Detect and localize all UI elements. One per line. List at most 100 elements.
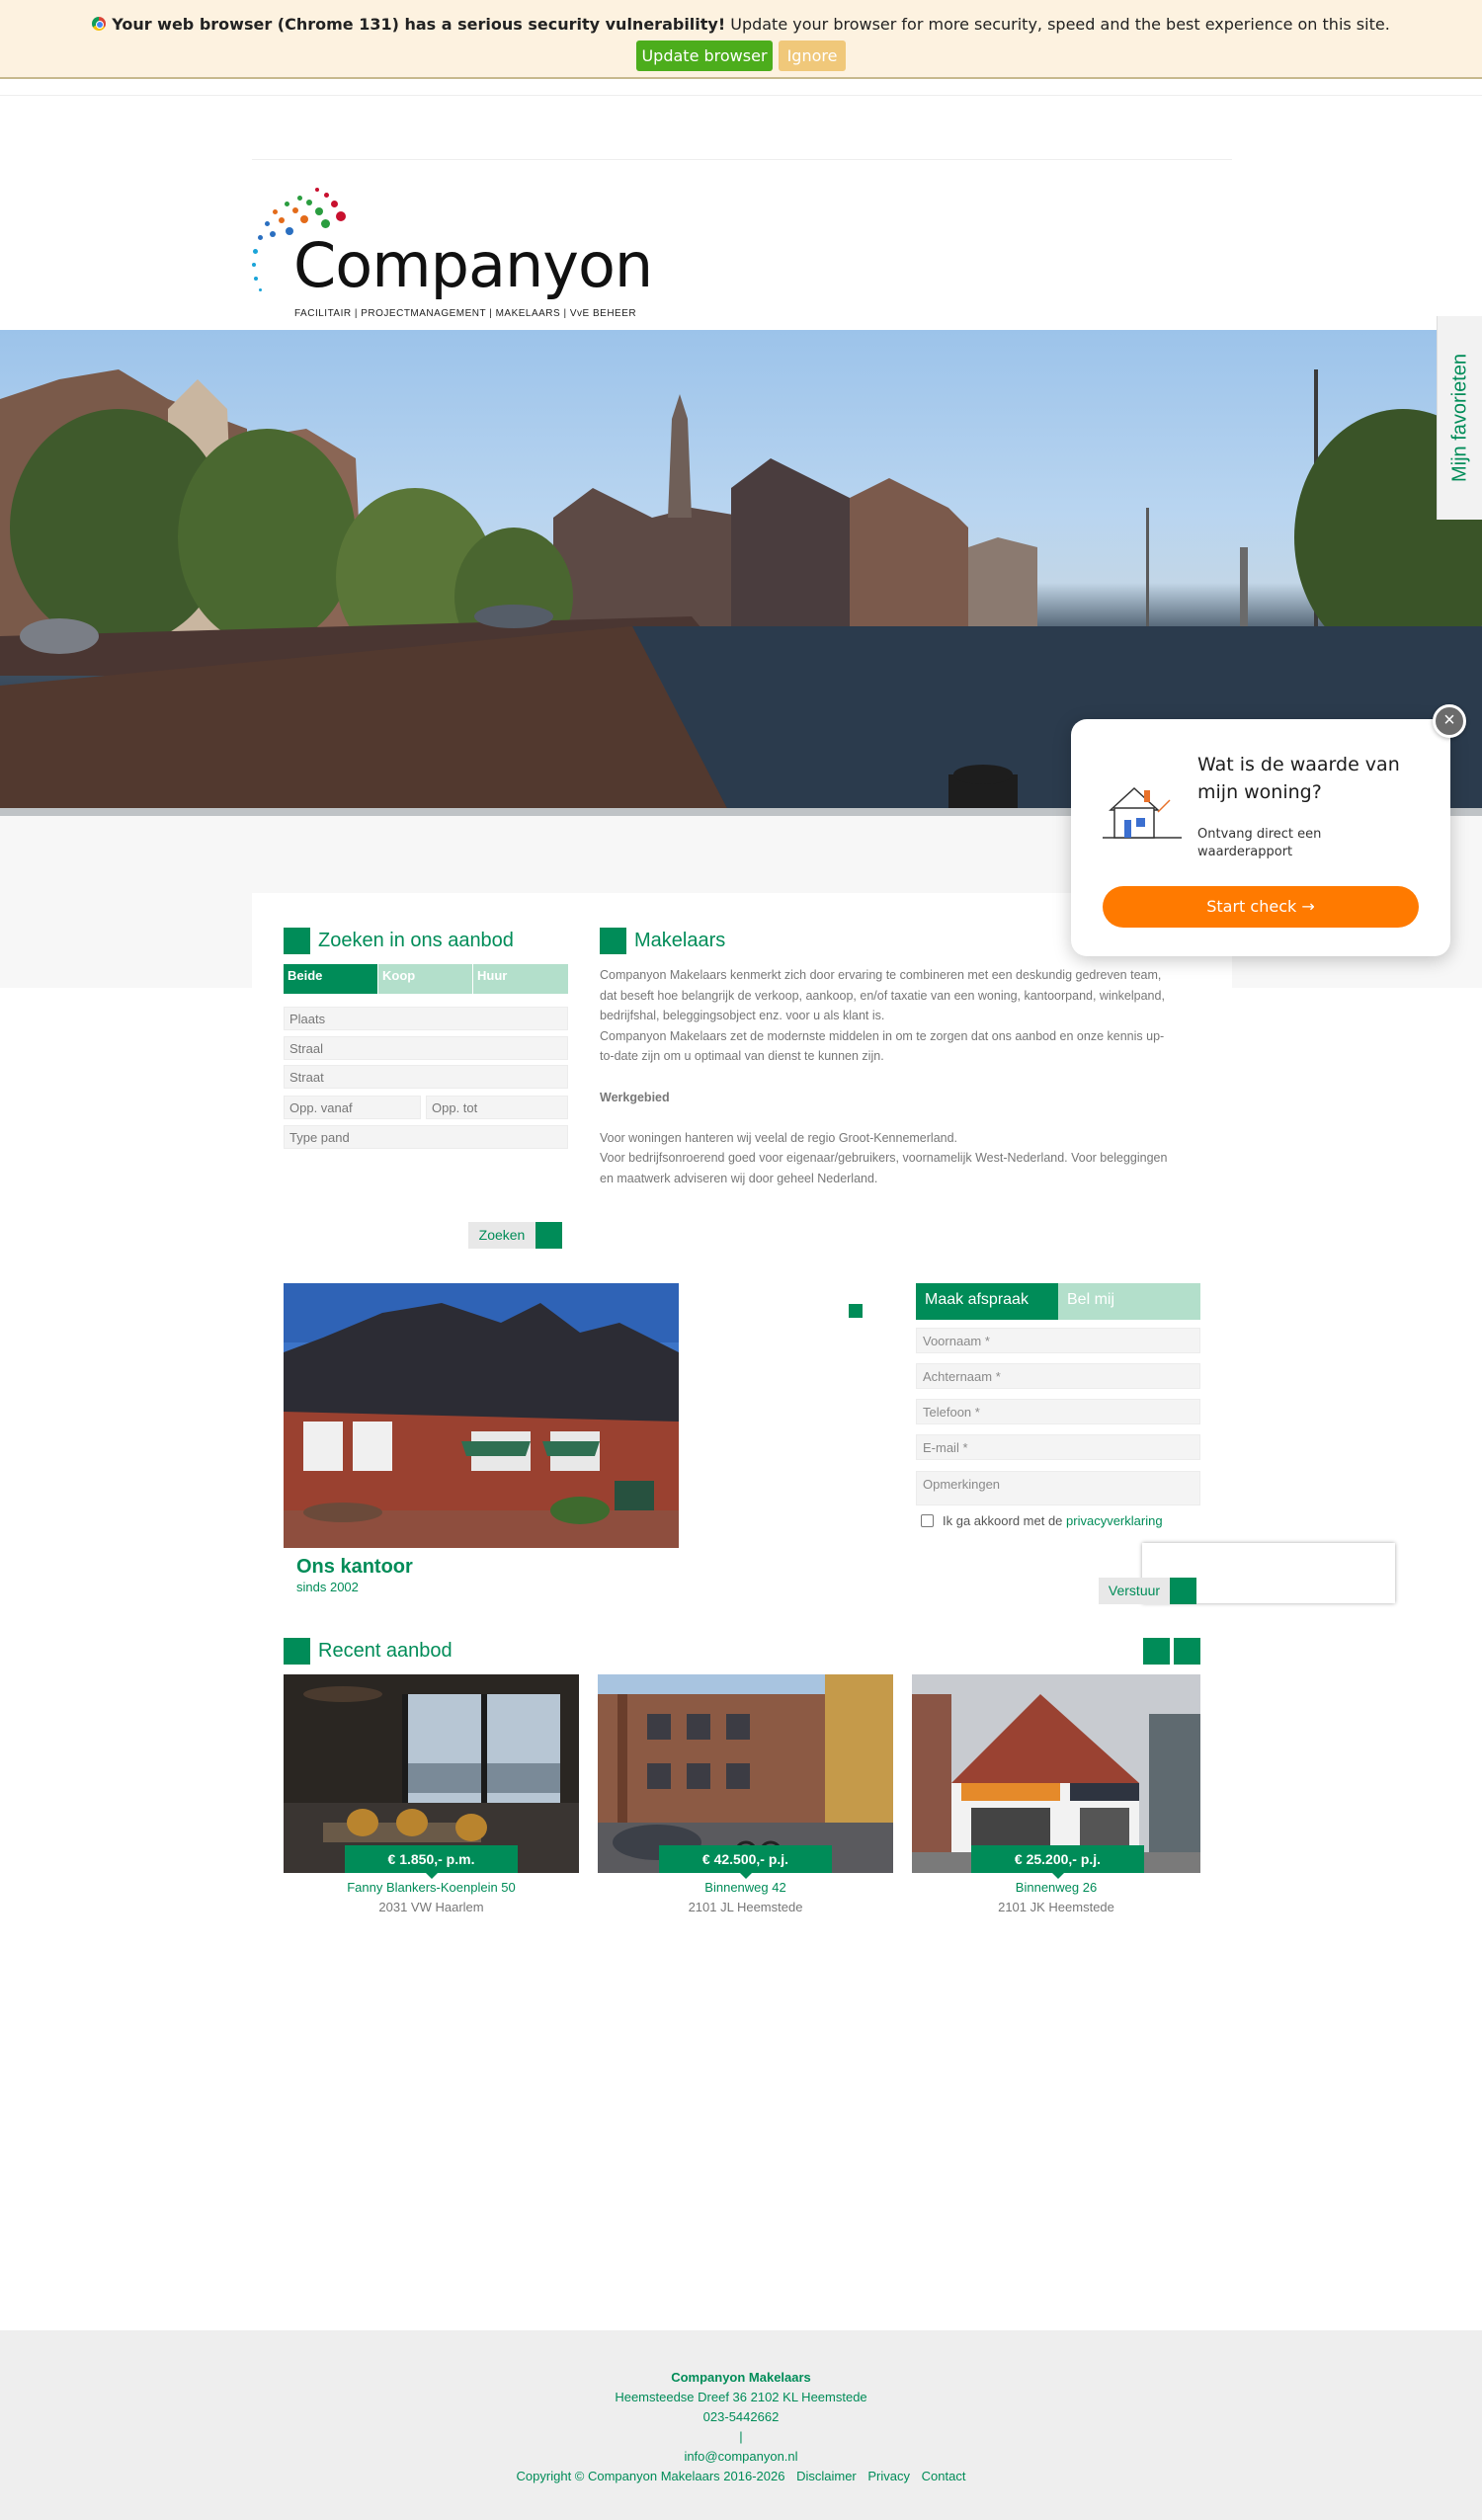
listing-image: [284, 1674, 579, 1873]
text-line: Companyon Makelaars kenmerkt zich door e…: [600, 968, 1162, 982]
footer-copyright: Copyright © Companyon Makelaars 2016-202…: [516, 2469, 785, 2483]
straat-field-2[interactable]: Straat: [284, 1065, 568, 1089]
listing-photo: [598, 1674, 893, 1873]
logo-dot: [285, 202, 289, 206]
divider: [252, 159, 1232, 160]
text-line: bedrijfshal, beleggingsobject enz. voor …: [600, 1009, 885, 1023]
listing-street[interactable]: Binnenweg 26: [912, 1880, 1200, 1895]
email-field[interactable]: E-mail *: [916, 1434, 1200, 1460]
prev-arrow-icon[interactable]: [1143, 1638, 1170, 1665]
privacy-link[interactable]: privacyverklaring: [1066, 1513, 1163, 1528]
logo-dot: [315, 188, 319, 192]
logo-dot: [286, 227, 293, 235]
logo-dot: [315, 207, 323, 215]
update-warning-text: Update your browser for more security, s…: [725, 15, 1390, 34]
logo-dot: [297, 196, 302, 201]
logo-dot: [273, 209, 278, 214]
update-message: Your web browser (Chrome 131) has a seri…: [0, 15, 1482, 34]
logo-dot: [259, 288, 262, 291]
house-icon: [1103, 786, 1182, 839]
favorites-tab[interactable]: Mijn favorieten: [1437, 316, 1482, 520]
listing-photo: [912, 1674, 1200, 1873]
search-title: Zoeken in ons aanbod: [284, 928, 540, 955]
makelaars-title: Makelaars: [600, 928, 797, 955]
next-arrow-icon[interactable]: [1174, 1638, 1200, 1665]
footer-bottom-line: Copyright © Companyon Makelaars 2016-202…: [0, 2469, 1482, 2483]
tab-bel-mij[interactable]: Bel mij: [1058, 1283, 1200, 1320]
telefoon-field[interactable]: Telefoon *: [916, 1399, 1200, 1424]
listing-city: 2101 JK Heemstede: [998, 1900, 1114, 1914]
start-check-button[interactable]: Start check →: [1103, 886, 1419, 928]
logo-dot: [270, 231, 276, 237]
footer-phone[interactable]: 023-5442662: [0, 2409, 1482, 2424]
search-tabs: Beide Koop Huur: [284, 964, 568, 994]
close-popup-button[interactable]: ×: [1433, 704, 1466, 738]
update-browser-button[interactable]: Update browser: [636, 41, 773, 71]
listing-card[interactable]: € 42.500,- p.j. Binnenweg 42 2101 JL Hee…: [598, 1674, 893, 1917]
makelaars-text: Companyon Makelaars kenmerkt zich door e…: [600, 965, 1193, 1189]
opp-tot-field[interactable]: Opp. tot: [426, 1096, 568, 1119]
logo-wordmark: Companyon: [293, 229, 653, 301]
listing-card[interactable]: € 25.200,- p.j. Binnenweg 26 2101 JK Hee…: [912, 1674, 1200, 1917]
text-line: to-date zijn om u optimaal van dienst te…: [600, 1049, 884, 1064]
opmerkingen-field[interactable]: Opmerkingen: [916, 1471, 1200, 1505]
werkgebied-title: Werkgebied: [600, 1090, 670, 1104]
verstuur-button-label: Verstuur: [1099, 1578, 1170, 1604]
tab-koop[interactable]: Koop: [378, 964, 472, 994]
valuation-popup: Wat is de waarde van mijn woning? Ontvan…: [1071, 719, 1450, 956]
office-photo: [284, 1283, 679, 1548]
text-line: Voor bedrijfsonroerend goed voor eigenaa…: [600, 1151, 1168, 1166]
achternaam-field[interactable]: Achternaam *: [916, 1363, 1200, 1389]
start-check-label: Start check: [1206, 897, 1297, 916]
footer-link-privacy[interactable]: Privacy: [867, 2469, 910, 2483]
text-line: Companyon Makelaars zet de modernste mid…: [600, 1028, 1165, 1043]
straat-field[interactable]: Straal: [284, 1036, 568, 1060]
footer-email[interactable]: info@companyon.nl: [0, 2449, 1482, 2464]
logo-dot: [300, 215, 308, 223]
favorites-tab-label: Mijn favorieten: [1448, 353, 1470, 483]
tab-maak-afspraak[interactable]: Maak afspraak: [916, 1283, 1058, 1320]
listing-photo: [284, 1674, 579, 1873]
zoeken-button[interactable]: Zoeken: [468, 1222, 563, 1249]
verstuur-button[interactable]: Verstuur: [1099, 1578, 1197, 1604]
footer-link-disclaimer[interactable]: Disclaimer: [796, 2469, 857, 2483]
privacy-consent: Ik ga akkoord met de privacyverklaring: [921, 1513, 1163, 1528]
plaats-field[interactable]: Plaats: [284, 1007, 568, 1030]
tab-beide[interactable]: Beide: [284, 964, 377, 994]
footer: Companyon Makelaars Heemsteedse Dreef 36…: [0, 2330, 1482, 2520]
listing-card[interactable]: € 1.850,- p.m. Fanny Blankers-Koenplein …: [284, 1674, 579, 1917]
logo-dot: [306, 200, 312, 205]
voornaam-field[interactable]: Voornaam *: [916, 1328, 1200, 1353]
opp-vanaf-field[interactable]: Opp. vanaf: [284, 1096, 421, 1119]
browser-update-bar: Your web browser (Chrome 131) has a seri…: [0, 0, 1482, 79]
slider-dot-icon[interactable]: [849, 1304, 863, 1318]
logo-dot: [324, 193, 329, 198]
footer-link-contact[interactable]: Contact: [922, 2469, 966, 2483]
listing-price: € 1.850,- p.m.: [345, 1845, 518, 1879]
ignore-button[interactable]: Ignore: [779, 41, 846, 71]
privacy-text: Ik ga akkoord met de: [943, 1513, 1067, 1528]
listing-street[interactable]: Binnenweg 42: [598, 1880, 893, 1895]
arrow-square-icon: [1170, 1578, 1196, 1604]
listing-street[interactable]: Fanny Blankers-Koenplein 50: [284, 1880, 579, 1895]
listing-image: [598, 1674, 893, 1873]
footer-separator: |: [739, 2429, 743, 2444]
logo-dot: [321, 219, 330, 228]
footer-company: Companyon Makelaars: [671, 2370, 811, 2385]
footer-address: Heemsteedse Dreef 36 2102 KL Heemstede: [615, 2390, 867, 2404]
logo-dot: [258, 235, 263, 240]
divider: [0, 95, 1482, 96]
type-pand-select[interactable]: Type pand: [284, 1125, 568, 1149]
arrow-right-icon: →: [1301, 897, 1315, 916]
logo-dot: [292, 207, 298, 213]
logo-dot: [279, 217, 285, 223]
tab-huur[interactable]: Huur: [473, 964, 568, 994]
listing-image: [912, 1674, 1200, 1873]
zoeken-button-label: Zoeken: [468, 1222, 535, 1249]
popup-description: Ontvang direct een waarderapport: [1197, 827, 1322, 859]
privacy-checkbox[interactable]: [921, 1514, 934, 1527]
companyon-logo[interactable]: Companyon FACILITAIR | PROJECTMANAGEMENT…: [250, 188, 653, 326]
recent-title: Recent aanbod: [284, 1638, 501, 1666]
title-square-icon: [284, 1638, 310, 1665]
arrow-square-icon: [535, 1222, 562, 1249]
